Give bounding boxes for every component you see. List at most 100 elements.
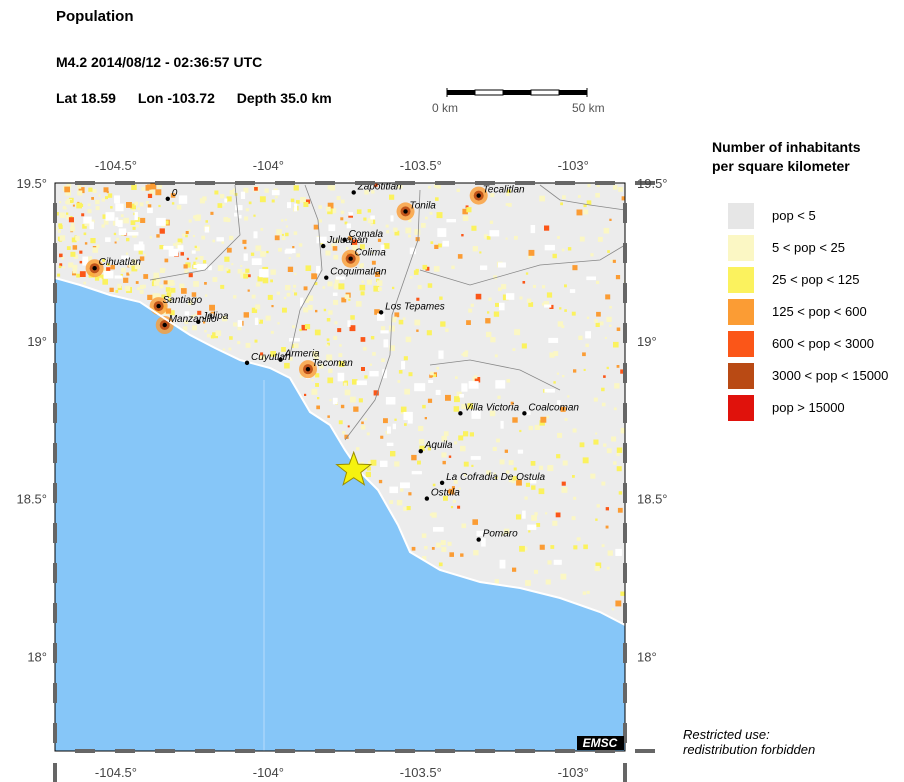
population-cell — [595, 518, 598, 521]
population-cell — [365, 471, 371, 478]
population-cell — [617, 507, 623, 513]
population-cell — [466, 320, 471, 325]
city-label: Juluapan — [326, 235, 368, 246]
scale-end-label: 50 km — [572, 101, 605, 115]
population-cell — [505, 237, 508, 240]
population-cell — [576, 537, 581, 542]
population-cell — [277, 322, 280, 325]
population-cell — [417, 460, 421, 465]
population-cell — [360, 425, 366, 430]
population-cell — [270, 279, 273, 283]
empty-cell — [204, 226, 210, 233]
population-cell — [338, 283, 345, 290]
population-cell — [158, 204, 161, 208]
population-cell — [463, 431, 469, 437]
population-cell — [281, 219, 284, 222]
population-cell — [318, 219, 322, 223]
population-cell — [487, 311, 490, 314]
population-cell — [586, 316, 590, 319]
population-cell — [557, 321, 564, 327]
population-cell — [552, 253, 557, 259]
population-cell — [353, 406, 359, 412]
empty-cell — [407, 418, 413, 424]
population-cell — [454, 396, 460, 403]
population-cell — [377, 287, 382, 291]
population-cell — [436, 366, 440, 370]
population-cell — [405, 227, 412, 234]
population-cell — [300, 197, 306, 203]
population-cell — [434, 244, 439, 249]
population-cell — [66, 246, 71, 250]
population-cell — [438, 243, 442, 248]
population-cell — [84, 242, 88, 245]
population-cell — [75, 235, 80, 241]
population-cell — [62, 266, 65, 269]
population-cell — [528, 425, 533, 431]
population-cell — [284, 218, 287, 221]
empty-cell — [127, 232, 139, 236]
population-cell — [262, 277, 269, 284]
population-cell — [117, 283, 122, 288]
population-cell — [137, 207, 140, 210]
population-cell — [594, 319, 598, 323]
population-cell — [534, 424, 540, 430]
population-cell — [226, 247, 232, 253]
population-cell — [224, 256, 230, 262]
frame-tick — [515, 749, 535, 753]
population-cell — [79, 250, 83, 254]
population-cell — [596, 280, 600, 284]
population-cell — [514, 329, 521, 336]
population-cell — [616, 466, 622, 472]
population-cell — [88, 187, 93, 192]
population-cell — [314, 329, 321, 336]
population-cell — [552, 520, 558, 526]
population-cell — [260, 228, 264, 231]
population-cell — [436, 212, 443, 219]
empty-cell — [177, 245, 184, 251]
population-cell — [307, 304, 313, 310]
population-cell — [292, 246, 295, 249]
population-cell — [616, 327, 621, 331]
frame-tick — [315, 181, 335, 185]
population-cell — [490, 337, 496, 343]
population-cell — [528, 302, 534, 307]
legend-swatch — [728, 363, 754, 389]
frame-tick — [475, 749, 495, 753]
population-cell — [582, 457, 589, 464]
lon-tick-label-bottom: -103° — [558, 765, 589, 780]
legend-label: 5 < pop < 25 — [772, 240, 846, 255]
population-cell — [214, 190, 219, 195]
population-cell — [561, 248, 565, 252]
empty-cell — [480, 265, 488, 270]
population-cell — [606, 316, 612, 322]
population-cell — [366, 432, 370, 436]
population-cell — [290, 198, 295, 203]
population-cell — [245, 268, 250, 273]
population-cell — [366, 279, 372, 285]
population-cell — [114, 241, 117, 244]
legend-swatch — [728, 267, 754, 293]
empty-cell — [530, 225, 536, 234]
city-label: Cihuatlan — [99, 257, 142, 268]
empty-cell — [544, 388, 555, 393]
population-cell — [260, 251, 266, 257]
city-dot — [244, 360, 250, 366]
population-cell — [215, 330, 222, 336]
population-cell — [285, 232, 289, 237]
population-cell — [572, 428, 577, 433]
population-cell — [430, 371, 434, 376]
population-cell — [188, 219, 192, 223]
population-cell — [567, 395, 570, 398]
city-dot — [196, 319, 201, 325]
population-cell — [618, 491, 623, 495]
population-cell — [596, 311, 601, 317]
population-cell — [326, 318, 331, 322]
population-cell — [582, 591, 587, 595]
scale-start-label: 0 km — [432, 101, 459, 115]
population-cell — [472, 519, 478, 525]
city-label: Villa Victoria — [464, 402, 519, 413]
population-cell — [188, 273, 193, 278]
frame-tick — [555, 749, 575, 753]
empty-cell — [385, 397, 396, 405]
legend-title: Number of inhabitants per square kilomet… — [712, 138, 861, 176]
